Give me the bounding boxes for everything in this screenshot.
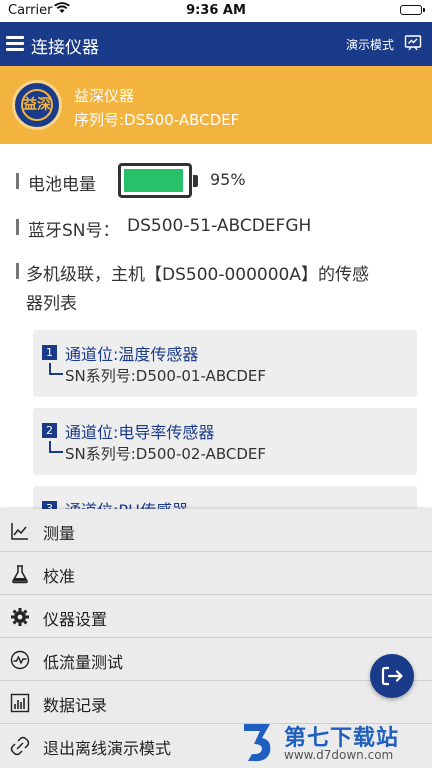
menu-item-settings[interactable]: 仪器设置 — [0, 595, 432, 638]
site-watermark: 第七下载站 www.d7down.com — [236, 718, 432, 768]
demo-mode-icon[interactable] — [404, 34, 422, 52]
tree-branch-icon — [49, 441, 63, 453]
menu-item-label: 仪器设置 — [43, 610, 108, 629]
menu-item-label: 校准 — [43, 567, 76, 586]
menu-item-label: 数据记录 — [43, 696, 108, 715]
page-title: 连接仪器 — [31, 38, 99, 58]
battery-fill — [124, 169, 183, 192]
sensor-index-badge: 2 — [42, 423, 57, 438]
unlink-icon — [10, 736, 30, 756]
menu-item-label: 低流量测试 — [43, 653, 124, 672]
status-time: 9:36 AM — [186, 3, 246, 18]
menu-item-calibrate[interactable]: 校准 — [0, 552, 432, 595]
line-chart-icon — [10, 521, 30, 541]
row-marker — [16, 173, 19, 189]
sensor-card[interactable]: 1 通道位:温度传感器 SN系列号:D500-01-ABCDEF — [33, 330, 417, 397]
device-logo: 益深 — [12, 80, 62, 130]
flask-icon — [10, 564, 30, 584]
menu-item-measure[interactable]: 测量 — [0, 509, 432, 552]
cascade-title-line2: 器列表 — [26, 294, 77, 314]
menu-item-label: 退出离线演示模式 — [43, 739, 172, 758]
cascade-title-line1: 多机级联，主机【DS500-000000A】的传感 — [26, 265, 369, 285]
sensor-index-badge: 1 — [42, 345, 57, 360]
watermark-url: www.d7down.com — [284, 748, 394, 762]
device-banner[interactable]: 益深 益深仪器 序列号:DS500-ABCDEF — [0, 66, 432, 144]
menu-item-label: 测量 — [43, 524, 76, 543]
device-serial: 序列号:DS500-ABCDEF — [74, 111, 240, 129]
battery-level-icon — [118, 163, 198, 198]
row-marker — [16, 263, 19, 279]
battery-label: 电池电量 — [28, 175, 96, 195]
sensor-card[interactable]: 2 通道位:电导率传感器 SN系列号:D500-02-ABCDEF — [33, 408, 417, 475]
bluetooth-label: 蓝牙SN号： — [28, 221, 120, 241]
status-battery-icon — [400, 5, 425, 15]
bar-chart-icon — [10, 693, 30, 713]
logo-text: 益深 — [21, 89, 53, 121]
device-name: 益深仪器 — [74, 87, 135, 105]
battery-percent: 95% — [210, 170, 246, 189]
bluetooth-sn-value: DS500-51-ABCDEFGH — [127, 216, 312, 236]
hamburger-menu-icon[interactable] — [6, 33, 24, 55]
row-marker — [16, 219, 19, 235]
sensor-sn: SN系列号:D500-01-ABCDEF — [65, 367, 266, 385]
sensor-channel: 通道位:温度传感器 — [65, 345, 199, 364]
menu-item-low-flow-test[interactable]: 低流量测试 — [0, 638, 432, 681]
logout-icon — [381, 666, 403, 686]
sensor-sn: SN系列号:D500-02-ABCDEF — [65, 445, 266, 463]
logout-fab-button[interactable] — [370, 654, 414, 698]
tree-branch-icon — [49, 363, 63, 375]
pulse-icon — [10, 650, 30, 670]
watermark-logo-icon — [240, 720, 280, 764]
app-header: 连接仪器 演示模式 — [0, 22, 432, 66]
demo-mode-button[interactable]: 演示模式 — [346, 36, 394, 53]
gear-icon — [10, 607, 30, 627]
status-bar: Carrier 9:36 AM — [0, 0, 432, 22]
sensor-channel: 通道位:电导率传感器 — [65, 423, 215, 442]
